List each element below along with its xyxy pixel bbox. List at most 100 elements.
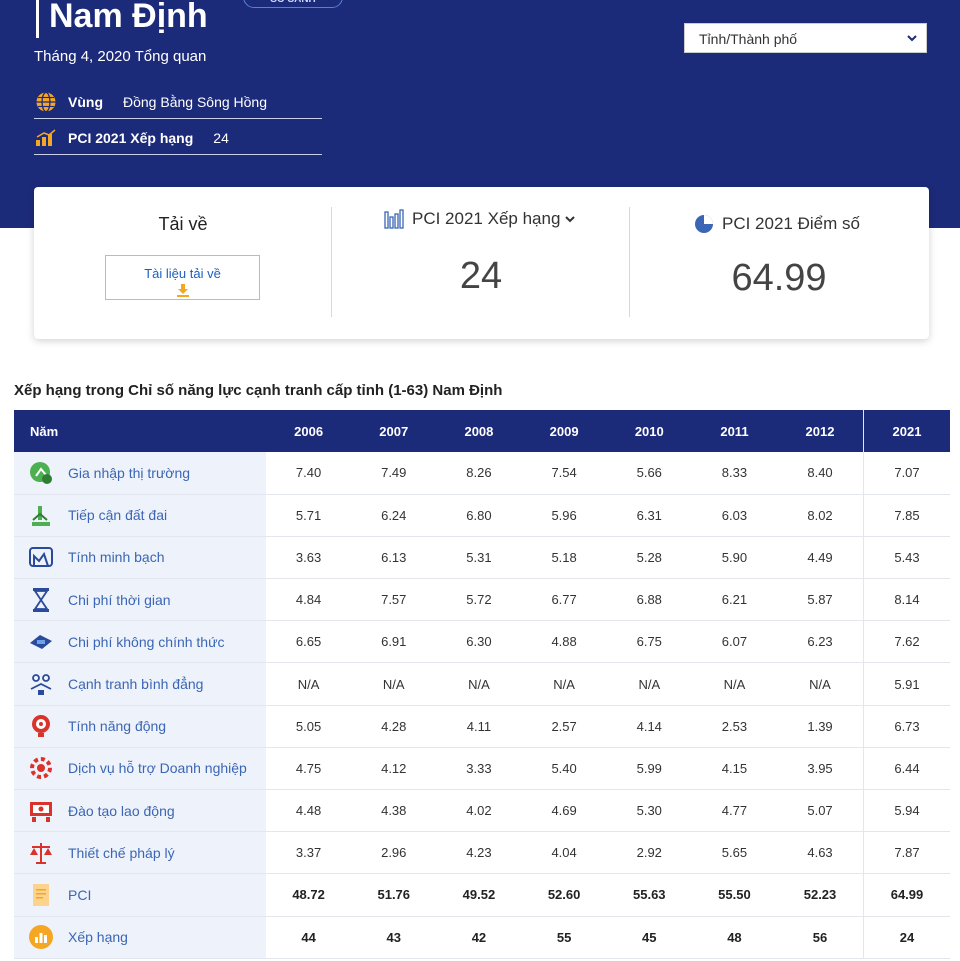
row-label[interactable]: Đào tạo lao động	[68, 803, 175, 819]
value-cell: 4.23	[436, 831, 522, 875]
value-cell: 2.96	[351, 831, 437, 875]
land-access-icon	[26, 502, 56, 528]
value-cell: N/A	[606, 662, 692, 706]
value-cell: 7.57	[351, 578, 437, 622]
value-cell: 4.48	[266, 789, 352, 833]
value-cell: 5.71	[266, 494, 352, 537]
value-cell: 5.07	[777, 789, 864, 833]
value-cell: 6.21	[691, 578, 778, 622]
rank-metric-label: PCI 2021 Xếp hạng	[412, 209, 561, 228]
year-column-header: 2012	[777, 410, 864, 452]
pci-document-icon	[26, 882, 56, 908]
value-cell: 42	[436, 916, 522, 959]
row-label[interactable]: Chi phí không chính thức	[68, 634, 224, 650]
year-column-header: 2007	[351, 410, 437, 452]
region-value: Đồng Bằng Sông Hồng	[123, 93, 267, 110]
value-cell: 8.26	[436, 452, 522, 495]
value-cell: 5.91	[863, 662, 950, 706]
table-row: Dịch vụ hỗ trợ Doanh nghiệp 4.75 4.12 3.33 5…	[14, 747, 950, 791]
value-cell: 8.40	[777, 452, 864, 495]
value-cell: 48.72	[266, 873, 352, 917]
columns-icon	[384, 209, 404, 229]
value-cell: 64.99	[863, 873, 950, 917]
rank-metric-heading[interactable]: PCI 2021 Xếp hạng	[384, 209, 576, 229]
business-support-icon	[26, 755, 56, 781]
table-row: Xếp hạng 44 43 42 55 45 48 56 24	[14, 916, 950, 959]
row-label-cell: Tính năng động	[14, 705, 266, 748]
value-cell: 5.40	[521, 747, 607, 791]
globe-icon	[34, 90, 58, 114]
value-cell: 7.49	[351, 452, 437, 495]
row-label[interactable]: Chi phí thời gian	[68, 592, 171, 608]
value-cell: 5.43	[863, 536, 950, 580]
row-label-cell: Cạnh tranh bình đẳng	[14, 662, 266, 706]
value-cell: 52.23	[777, 873, 864, 917]
overview-subtitle: Tháng 4, 2020 Tổng quan	[34, 48, 207, 65]
value-cell: 4.12	[351, 747, 437, 791]
row-label[interactable]: Thiết chế pháp lý	[68, 845, 175, 861]
value-cell: 43	[351, 916, 437, 959]
table-row: Chi phí thời gian 4.84 7.57 5.72 6.77 6.88 6.2…	[14, 578, 950, 622]
value-cell: 5.96	[521, 494, 607, 537]
row-label[interactable]: Xếp hạng	[68, 929, 128, 945]
value-cell: 6.23	[777, 620, 864, 664]
value-cell: 4.04	[521, 831, 607, 875]
table-row: Tính minh bạch 3.63 6.13 5.31 5.18 5.28 5.90 4.…	[14, 536, 950, 580]
value-cell: 44	[266, 916, 352, 959]
value-cell: 5.30	[606, 789, 692, 833]
value-cell: 8.14	[863, 578, 950, 622]
year-column-header: 2006	[266, 410, 352, 452]
row-label[interactable]: Dịch vụ hỗ trợ Doanh nghiệp	[68, 760, 247, 776]
value-cell: 6.24	[351, 494, 437, 537]
value-cell: 3.33	[436, 747, 522, 791]
value-cell: 6.13	[351, 536, 437, 580]
fair-competition-icon	[26, 671, 56, 697]
score-metric-label: PCI 2021 Điểm số	[722, 214, 860, 233]
province-title: Nam Định	[36, 0, 208, 38]
table-header-row: Năm 2006 2007 2008 2009 2010 2011 2012 2…	[14, 410, 950, 452]
row-label[interactable]: PCI	[68, 887, 91, 903]
year-header: Năm	[14, 410, 266, 452]
value-cell: 5.94	[863, 789, 950, 833]
year-column-header: 2010	[606, 410, 692, 452]
row-label[interactable]: Tính năng động	[68, 718, 166, 734]
value-cell: N/A	[266, 662, 352, 706]
row-label-cell: Dịch vụ hỗ trợ Doanh nghiệp	[14, 747, 266, 791]
row-label-cell: Chi phí không chính thức	[14, 620, 266, 664]
province-select[interactable]: Tỉnh/Thành phố	[684, 23, 927, 53]
value-cell: 24	[863, 916, 950, 959]
value-cell: 49.52	[436, 873, 522, 917]
value-cell: 4.84	[266, 578, 352, 622]
year-column-header: 2011	[691, 410, 778, 452]
row-label[interactable]: Cạnh tranh bình đẳng	[68, 676, 203, 692]
table-row: Đào tạo lao động 4.48 4.38 4.02 4.69 5.30 4.77…	[14, 789, 950, 833]
row-label[interactable]: Tiếp cận đất đai	[68, 507, 167, 523]
table-row: Chi phí không chính thức 6.65 6.91 6.30 4.88…	[14, 620, 950, 664]
value-cell: 5.90	[691, 536, 778, 580]
value-cell: 51.76	[351, 873, 437, 917]
row-label-cell: Chi phí thời gian	[14, 578, 266, 622]
value-cell: 6.30	[436, 620, 522, 664]
row-label[interactable]: Tính minh bạch	[68, 549, 165, 565]
table-row: Cạnh tranh bình đẳng N/A N/A N/A N/A N/A N/A N/…	[14, 662, 950, 706]
labor-training-icon	[26, 798, 56, 824]
value-cell: N/A	[691, 662, 778, 706]
value-cell: 5.18	[521, 536, 607, 580]
row-label-cell: PCI	[14, 873, 266, 917]
download-button[interactable]: Tài liệu tải về	[105, 255, 260, 300]
rank-row: PCI 2021 Xếp hạng 24	[34, 121, 322, 155]
value-cell: 4.11	[436, 705, 522, 748]
pie-chart-icon	[695, 215, 713, 233]
value-cell: 7.07	[863, 452, 950, 495]
row-label[interactable]: Gia nhập thị trường	[68, 465, 190, 481]
value-cell: 4.63	[777, 831, 864, 875]
value-cell: N/A	[436, 662, 522, 706]
value-cell: 8.02	[777, 494, 864, 537]
value-cell: 45	[606, 916, 692, 959]
compare-button[interactable]: SO SÁNH	[243, 0, 343, 8]
market-entry-icon	[26, 460, 56, 486]
row-label-cell: Xếp hạng	[14, 916, 266, 959]
value-cell: 6.77	[521, 578, 607, 622]
value-cell: 4.69	[521, 789, 607, 833]
value-cell: 4.02	[436, 789, 522, 833]
